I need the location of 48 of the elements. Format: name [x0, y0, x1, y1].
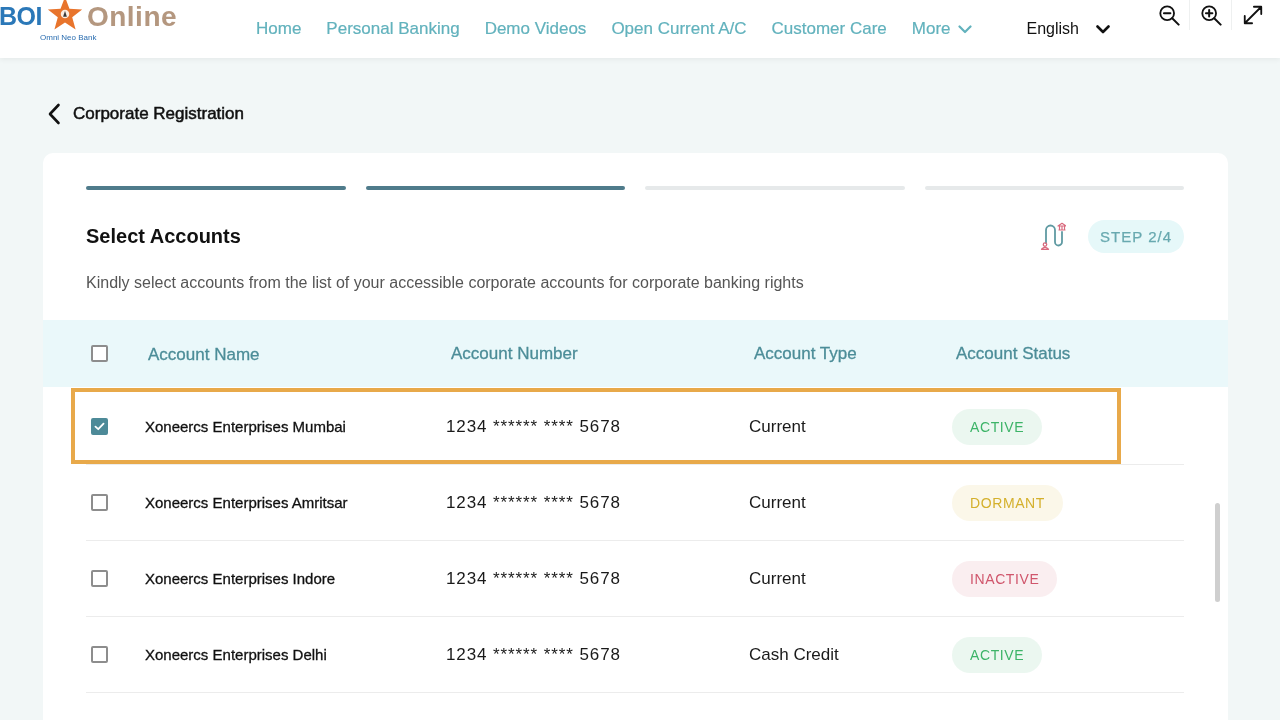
column-header: Account Name	[148, 345, 260, 365]
column-header: Account Type	[754, 343, 857, 364]
checkmark-icon	[94, 422, 105, 431]
status-badge: ACTIVE	[952, 636, 1043, 673]
expand-icon[interactable]	[1241, 4, 1264, 26]
account-number-cell: 1234 ****** **** 5678	[446, 416, 621, 437]
status-badge: INACTIVE	[952, 560, 1058, 597]
section-description: Kindly select accounts from the list of your accessible corporate accounts for corporate banking rights	[86, 273, 804, 293]
chevron-down-icon	[957, 24, 972, 34]
row-checkbox[interactable]	[91, 570, 108, 587]
star-logo-icon	[45, 0, 84, 32]
language-dropdown[interactable]: English	[1026, 20, 1110, 38]
nav-link[interactable]: Personal Banking	[326, 19, 460, 39]
nav-link[interactable]: Open Current A/C	[611, 19, 747, 39]
account-number-cell: 1234 ****** **** 5678	[446, 568, 621, 589]
account-type-cell: Current	[749, 416, 806, 437]
select-all-checkbox[interactable]	[91, 345, 108, 362]
account-name-cell: Xoneercs Enterprises Indore	[145, 570, 336, 587]
column-header: Account Status	[956, 343, 1071, 364]
account-name-cell: Xoneercs Enterprises Mumbai	[145, 418, 346, 435]
account-type-cell: Current	[749, 568, 806, 589]
scrollbar[interactable]	[1215, 503, 1220, 602]
nav-link[interactable]: More	[911, 19, 972, 39]
status-badge: ACTIVE	[952, 408, 1043, 445]
chevron-down-icon	[1096, 24, 1110, 34]
account-number-cell: 1234 ****** **** 5678	[446, 644, 621, 665]
account-number-cell: 1234 ****** **** 5678	[446, 492, 621, 513]
nav-link[interactable]: Home	[256, 19, 302, 39]
row-checkbox[interactable]	[91, 494, 108, 511]
logo-wordmark: Online	[86, 0, 178, 33]
page-title: Corporate Registration	[73, 104, 245, 124]
row-checkbox[interactable]	[91, 646, 108, 663]
logo-tagline: Omni Neo Bank	[40, 33, 97, 42]
zoom-in-icon[interactable]	[1199, 4, 1222, 26]
account-name-cell: Xoneercs Enterprises Amritsar	[145, 494, 348, 511]
row-checkbox[interactable]	[91, 418, 108, 435]
column-header: Account Number	[451, 343, 578, 364]
nav-link[interactable]: Demo Videos	[484, 19, 587, 39]
status-badge: DORMANT	[952, 484, 1063, 521]
account-type-cell: Cash Credit	[749, 644, 839, 665]
account-type-cell: Current	[749, 492, 806, 513]
section-title: Select Accounts	[86, 224, 241, 248]
nav-link[interactable]: Customer Care	[771, 19, 887, 39]
logo-brand-text: BOI	[0, 2, 42, 31]
account-name-cell: Xoneercs Enterprises Delhi	[145, 646, 327, 663]
route-icon	[1040, 222, 1067, 250]
zoom-out-icon[interactable]	[1157, 4, 1180, 26]
step-badge: STEP 2/4	[1088, 219, 1184, 253]
